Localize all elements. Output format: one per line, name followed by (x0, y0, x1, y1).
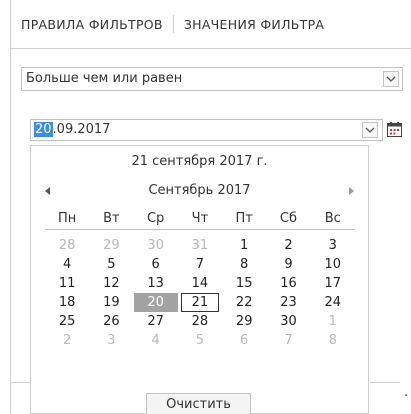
calendar-day[interactable]: 16 (266, 274, 310, 293)
calendar-day[interactable]: 9 (266, 255, 310, 274)
calendar-day[interactable]: 2 (45, 331, 89, 350)
calendar-day[interactable]: 27 (134, 312, 178, 331)
trailing-dot: . (404, 385, 409, 400)
divider (10, 382, 30, 383)
divider (370, 382, 400, 383)
calendar-day[interactable]: 23 (266, 293, 310, 312)
clear-button[interactable]: Очистить (146, 393, 251, 414)
calendar-day[interactable]: 1 (222, 236, 266, 255)
calendar-week-row: 11 12 13 14 15 16 17 (45, 274, 355, 293)
calendar-day[interactable]: 2 (266, 236, 310, 255)
calendar-day[interactable]: 7 (178, 255, 222, 274)
weekday-label: Пт (235, 211, 253, 226)
calendar-day[interactable]: 17 (311, 274, 355, 293)
calendar-day[interactable]: 25 (45, 312, 89, 331)
calendar-day[interactable]: 31 (178, 236, 222, 255)
chevron-down-icon[interactable] (383, 71, 399, 87)
weekday-label: Пн (57, 211, 77, 226)
calendar-day[interactable]: 1 (311, 312, 355, 331)
tab-filter-values[interactable]: ЗНАЧЕНИЯ ФИЛЬТРА (174, 17, 334, 32)
tab-bar: ПРАВИЛА ФИЛЬТРОВ ЗНАЧЕНИЯ ФИЛЬТРА (11, 0, 411, 49)
calendar-day[interactable]: 4 (45, 255, 89, 274)
calendar-day[interactable]: 10 (311, 255, 355, 274)
weekday-label: Сб (279, 211, 298, 226)
calendar-day[interactable]: 18 (45, 293, 89, 312)
calendar-day[interactable]: 26 (89, 312, 133, 331)
condition-select-value: Больше чем или равен (26, 71, 183, 86)
calendar-week-row: 28 29 30 31 1 2 3 (45, 236, 355, 255)
calendar-day[interactable]: 28 (178, 312, 222, 331)
weekday-header: Пн Вт Ср Чт Пт Сб Вс (45, 208, 355, 230)
calendar-day[interactable]: 13 (134, 274, 178, 293)
calendar-day-today[interactable]: 21 (178, 293, 222, 312)
condition-select[interactable]: Больше чем или равен (21, 67, 403, 91)
calendar-day[interactable]: 30 (266, 312, 310, 331)
calendar-day[interactable]: 30 (134, 236, 178, 255)
calendar-grid: Пн Вт Ср Чт Пт Сб Вс 28 29 30 31 1 2 3 4 5 6 7 8 9 10… (45, 208, 355, 350)
today-label[interactable]: 21 сентября 2017 г. (31, 154, 368, 169)
calendar-day[interactable]: 15 (222, 274, 266, 293)
calendar-week-row: 2345678 (45, 331, 355, 350)
calendar-day[interactable]: 3 (311, 236, 355, 255)
calendar-icon[interactable] (386, 120, 402, 138)
calendar-day[interactable]: 29 (89, 236, 133, 255)
calendar-day[interactable]: 4 (134, 331, 178, 350)
calendar-day[interactable]: 19 (89, 293, 133, 312)
chevron-down-icon[interactable] (362, 122, 378, 138)
month-navigation: Сентябрь 2017 (31, 180, 368, 202)
calendar-day[interactable]: 3 (89, 331, 133, 350)
calendar-day[interactable]: 6 (222, 331, 266, 350)
calendar-day-selected[interactable]: 20 (133, 293, 178, 312)
weekday-label: Вс (324, 211, 341, 226)
calendar-day[interactable]: 29 (222, 312, 266, 331)
calendar-day[interactable]: 5 (178, 331, 222, 350)
weekday-label: Вт (103, 211, 120, 226)
calendar-popup: 21 сентября 2017 г. Сентябрь 2017 Пн Вт … (30, 145, 369, 414)
tab-filter-rules[interactable]: ПРАВИЛА ФИЛЬТРОВ (11, 17, 173, 32)
calendar-day[interactable]: 22 (222, 293, 266, 312)
calendar-day[interactable]: 8 (222, 255, 266, 274)
date-input[interactable]: 20.09.2017 (30, 119, 383, 141)
date-input-day-selected: 20 (34, 122, 53, 137)
calendar-day[interactable]: 5 (89, 255, 133, 274)
calendar-day[interactable]: 24 (311, 293, 355, 312)
calendar-day[interactable]: 8 (311, 331, 355, 350)
calendar-day[interactable]: 14 (178, 274, 222, 293)
weekday-label: Чт (191, 211, 209, 226)
weekday-label: Ср (146, 211, 165, 226)
calendar-week-row: 4 5 6 7 8 9 10 (45, 255, 355, 274)
calendar-week-row: 25 26 27 28 29 30 1 (45, 312, 355, 331)
month-label[interactable]: Сентябрь 2017 (31, 183, 368, 198)
date-input-rest: .09.2017 (52, 122, 111, 137)
calendar-day[interactable]: 6 (134, 255, 178, 274)
calendar-day[interactable]: 28 (45, 236, 89, 255)
calendar-week-row: 18 19 20 21 22 23 24 (45, 293, 355, 312)
calendar-day[interactable]: 11 (45, 274, 89, 293)
calendar-weeks: 28 29 30 31 1 2 3 4 5 6 7 8 9 10 11 12 13 14 15 16 17 18 19 20 2… (45, 236, 355, 350)
calendar-day[interactable]: 7 (266, 331, 310, 350)
calendar-day[interactable]: 12 (89, 274, 133, 293)
triangle-right-icon[interactable] (342, 182, 360, 200)
